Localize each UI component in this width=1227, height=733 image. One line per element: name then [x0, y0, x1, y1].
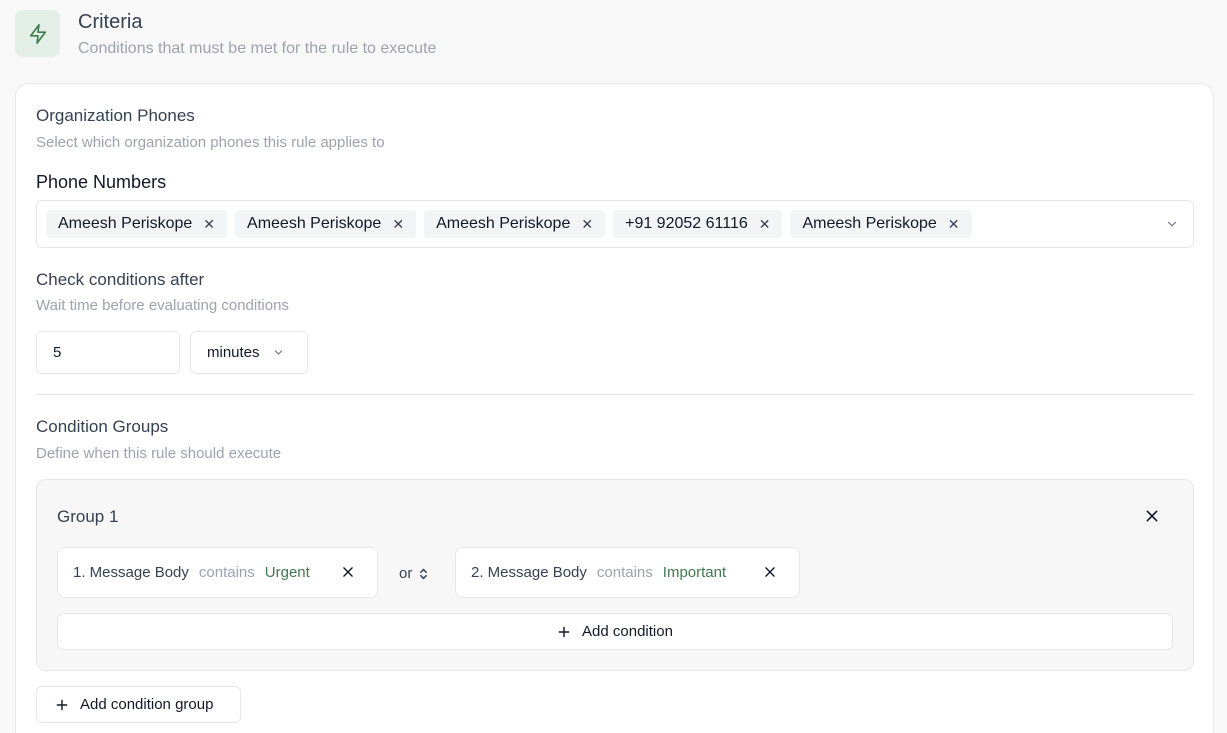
- condition-field: 1. Message Body: [73, 564, 189, 581]
- wait-time-input[interactable]: [36, 331, 180, 374]
- section-divider: [36, 394, 1194, 395]
- check-after-title: Check conditions after: [36, 270, 205, 289]
- condition-operator: contains: [596, 564, 653, 581]
- time-unit-select[interactable]: minutes: [190, 331, 308, 374]
- phone-numbers-label: Phone Numbers: [36, 172, 167, 192]
- phone-chip-label: Ameesh Periskope: [58, 215, 193, 232]
- close-icon[interactable]: [1144, 508, 1160, 529]
- check-after-subtitle: Wait time before evaluating conditions: [36, 297, 289, 314]
- chip-remove-icon[interactable]: ✕: [203, 217, 215, 231]
- plus-icon: [56, 699, 68, 710]
- phone-chip: +91 92052 61116 ✕: [613, 210, 783, 238]
- chevron-down-icon: [274, 350, 282, 355]
- org-phones-subtitle: Select which organization phones this ru…: [36, 134, 385, 151]
- chevron-down-icon[interactable]: [1165, 217, 1179, 236]
- phone-chip-label: Ameesh Periskope: [247, 215, 382, 232]
- condition-value: Urgent: [264, 564, 310, 581]
- chip-remove-icon[interactable]: ✕: [759, 217, 771, 231]
- org-phones-title: Organization Phones: [36, 106, 195, 125]
- phone-numbers-multiselect[interactable]: Ameesh Periskope ✕ Ameesh Periskope ✕ Am…: [36, 200, 1194, 248]
- condition-operator: contains: [198, 564, 255, 581]
- connector-label: or: [399, 565, 413, 582]
- chip-remove-icon[interactable]: ✕: [581, 217, 593, 231]
- remove-condition-icon[interactable]: [763, 565, 777, 583]
- add-condition-label: Add condition: [582, 623, 673, 640]
- add-condition-group-button[interactable]: Add condition group: [36, 686, 241, 723]
- add-condition-group-label: Add condition group: [80, 696, 214, 713]
- lightning-icon: [15, 10, 60, 57]
- remove-condition-icon[interactable]: [341, 565, 355, 583]
- phone-chip: Ameesh Periskope ✕: [46, 210, 228, 238]
- criteria-card: Organization Phones Select which organiz…: [15, 83, 1214, 733]
- condition-chip[interactable]: 1. Message Body contains Urgent: [57, 547, 378, 598]
- criteria-header: Criteria Conditions that must be met for…: [15, 10, 436, 59]
- condition-groups-subtitle: Define when this rule should execute: [36, 445, 282, 462]
- time-unit-value: minutes: [207, 344, 260, 361]
- page-title: Criteria: [78, 11, 143, 33]
- chevron-up-down-icon: [420, 568, 428, 579]
- chip-remove-icon[interactable]: ✕: [392, 217, 404, 231]
- phone-chip-label: Ameesh Periskope: [802, 215, 937, 232]
- condition-chip[interactable]: 2. Message Body contains Important: [455, 547, 800, 598]
- phone-chip: Ameesh Periskope ✕: [424, 210, 606, 238]
- chip-remove-icon[interactable]: ✕: [948, 217, 960, 231]
- condition-value: Important: [662, 564, 727, 581]
- phone-chip-label: Ameesh Periskope: [436, 215, 571, 232]
- condition-group: Group 1 1. Message Body contains Urgent …: [36, 479, 1194, 671]
- phone-chip: Ameesh Periskope ✕: [235, 210, 417, 238]
- add-condition-button[interactable]: Add condition: [57, 613, 1173, 650]
- phone-chip: Ameesh Periskope ✕: [790, 210, 972, 238]
- condition-groups-title: Condition Groups: [36, 417, 169, 436]
- group-title: Group 1: [57, 507, 119, 526]
- condition-field: 2. Message Body: [471, 564, 587, 581]
- logic-connector-select[interactable]: or: [399, 565, 429, 582]
- phone-chip-label: +91 92052 61116: [625, 215, 748, 232]
- plus-icon: [558, 626, 570, 637]
- page-subtitle: Conditions that must be met for the rule…: [78, 40, 437, 57]
